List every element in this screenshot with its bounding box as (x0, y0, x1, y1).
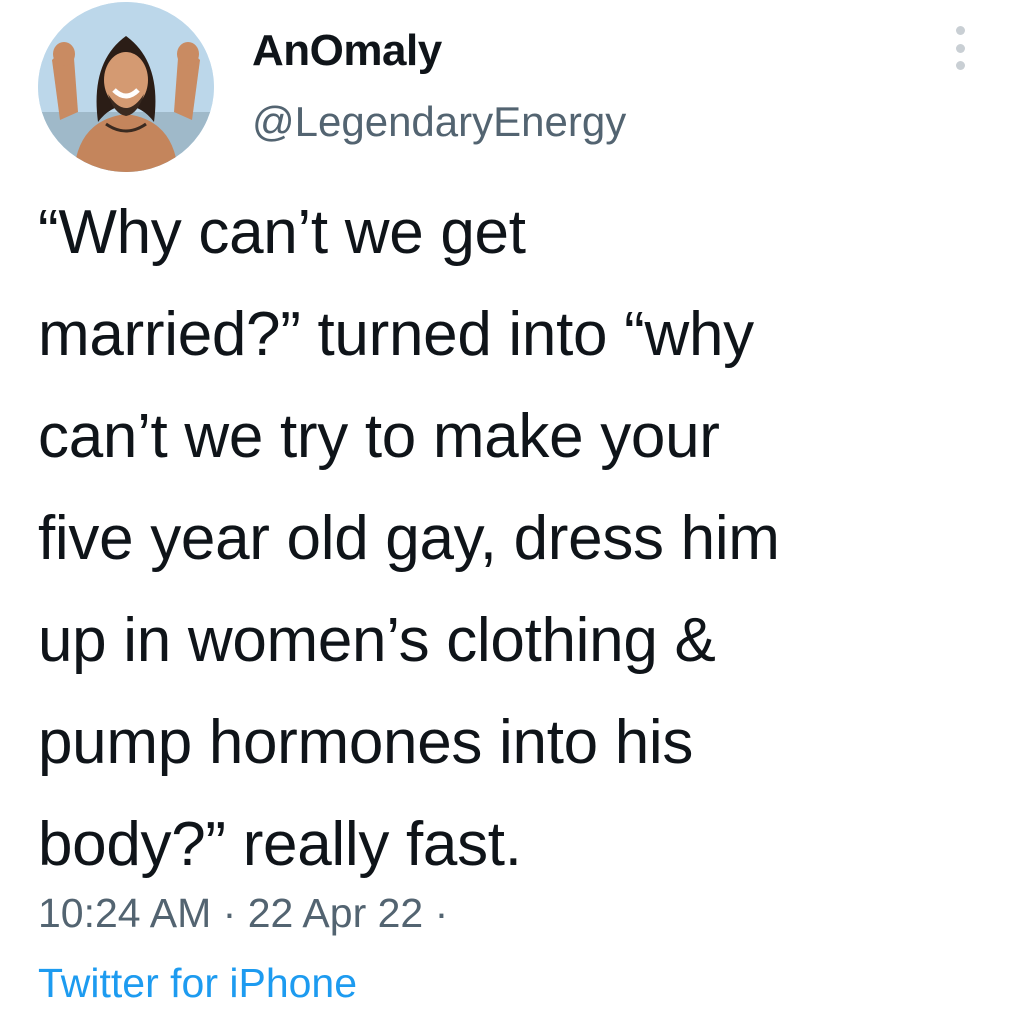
tweet-text-line: pump hormones into his (38, 708, 694, 777)
dot (955, 43, 965, 53)
tweet-text-line: up in women’s clothing & (38, 606, 716, 675)
tweet-source-link[interactable]: Twitter for iPhone (38, 960, 357, 1007)
tweet-text: “Why can’t we get married?” turned into … (38, 182, 998, 896)
author-display-name[interactable]: AnOmaly (252, 26, 442, 76)
meta-separator: · (434, 890, 449, 936)
tweet-text-line: five year old gay, dress him (38, 504, 780, 573)
tweet-text-line: married?” turned into “why (38, 300, 754, 369)
tweet-text-line: can’t we try to make your (38, 402, 720, 471)
more-dots-icon[interactable] (938, 20, 982, 76)
tweet-meta: 10:24 AM · 22 Apr 22 · (38, 890, 448, 937)
dot (955, 26, 965, 35)
dot (955, 61, 965, 70)
tweet-time[interactable]: 10:24 AM (38, 890, 211, 936)
tweet-date[interactable]: 22 Apr 22 (248, 890, 424, 936)
meta-separator: · (222, 890, 237, 936)
user-avatar-icon (38, 2, 214, 172)
avatar[interactable] (38, 2, 214, 172)
tweet-card: AnOmaly @LegendaryEnergy “Why can’t we g… (0, 0, 1024, 1024)
tweet-text-line: body?” really fast. (38, 810, 522, 879)
tweet-text-line: “Why can’t we get (38, 198, 526, 267)
author-handle[interactable]: @LegendaryEnergy (252, 98, 626, 146)
